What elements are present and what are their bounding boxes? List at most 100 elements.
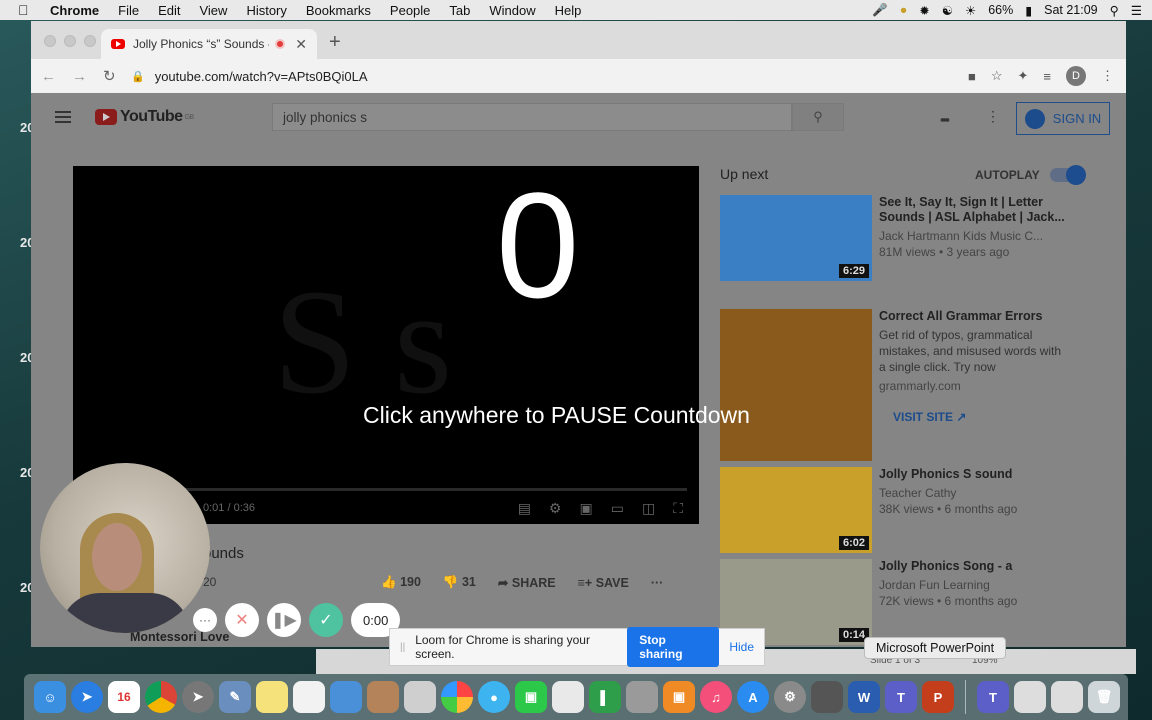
camera-icon[interactable]: ■ xyxy=(968,69,976,84)
messages-icon[interactable]: ● xyxy=(478,681,510,713)
forward-button[interactable]: → xyxy=(72,68,87,85)
menu-window[interactable]: Window xyxy=(489,3,535,18)
autoplay-toggle[interactable] xyxy=(1049,165,1086,185)
contacts-icon[interactable] xyxy=(367,681,399,713)
finish-recording-button[interactable]: ✓ xyxy=(309,603,343,637)
youtube-logo[interactable]: YouTube GB xyxy=(95,108,194,126)
media-queue-icon[interactable]: ≡ xyxy=(1043,69,1051,84)
recommendation-item[interactable]: 6:02 Jolly Phonics S sound Teacher Cathy… xyxy=(720,467,1100,553)
system-info-icon[interactable] xyxy=(626,681,658,713)
video-player[interactable]: S s 0:01 / 0:36 ▤ ⚙ ▣ ▭ ◫ ⛶ xyxy=(73,166,699,524)
photos-icon[interactable] xyxy=(441,681,473,713)
youtube-search-input[interactable]: jolly phonics s xyxy=(272,103,792,131)
save-button[interactable]: ≡+ SAVE xyxy=(578,576,629,590)
menu-tab[interactable]: Tab xyxy=(449,3,470,18)
ad-thumbnail[interactable] xyxy=(720,309,872,461)
accessibility-icon[interactable]: ☯ xyxy=(942,3,953,18)
browser-tab[interactable]: Jolly Phonics “s” Sounds - ✕ xyxy=(101,29,317,59)
menu-people[interactable]: People xyxy=(390,3,430,18)
minimize-window-button[interactable] xyxy=(64,35,76,47)
youtube-search-button[interactable]: ⚲ xyxy=(792,103,844,131)
mail-icon[interactable] xyxy=(404,681,436,713)
lock-icon[interactable]: 🔒 xyxy=(131,70,145,83)
finder-icon[interactable]: ☺ xyxy=(34,681,66,713)
close-tab-icon[interactable]: ✕ xyxy=(295,36,307,53)
countdown-message[interactable]: Click anywhere to PAUSE Countdown xyxy=(363,402,750,429)
captions-icon[interactable]: ▤ xyxy=(518,500,531,517)
battery-percent[interactable]: 66% xyxy=(988,3,1013,17)
bookmark-star-icon[interactable]: ☆ xyxy=(991,68,1003,84)
utility-icon[interactable] xyxy=(811,681,843,713)
pause-recording-button[interactable]: ❚▶ xyxy=(267,603,301,637)
hamburger-menu-icon[interactable] xyxy=(55,111,71,123)
settings-gear-icon[interactable]: ⚙ xyxy=(549,500,562,517)
reload-button[interactable]: ↻ xyxy=(103,67,116,85)
stop-sharing-button[interactable]: Stop sharing xyxy=(627,627,720,667)
hide-sharing-bar-button[interactable]: Hide xyxy=(729,640,754,654)
recommendation-title[interactable]: Jolly Phonics S sound xyxy=(879,467,1069,482)
preview-icon[interactable]: ✎ xyxy=(219,681,251,713)
more-options-icon[interactable]: ··· xyxy=(193,608,217,632)
app-store-icon[interactable]: A xyxy=(737,681,769,713)
menu-file[interactable]: File xyxy=(118,3,139,18)
recommendation-thumbnail[interactable]: 6:29 xyxy=(720,195,872,281)
chrome-icon[interactable] xyxy=(145,681,177,713)
clock[interactable]: Sat 21:09 xyxy=(1044,3,1098,17)
share-button[interactable]: ➦ SHARE xyxy=(498,575,556,590)
miniplayer-icon[interactable]: ▣ xyxy=(579,500,592,517)
settings-more-icon[interactable]: ⋮ xyxy=(986,108,1000,125)
wifi-icon[interactable]: ☀ xyxy=(965,3,976,18)
launchpad-icon[interactable]: ➤ xyxy=(182,681,214,713)
teams-window-icon[interactable]: T xyxy=(977,681,1009,713)
new-tab-button[interactable]: + xyxy=(329,31,341,54)
minimized-window-icon[interactable] xyxy=(1051,681,1083,713)
chrome-menu-icon[interactable]: ⋮ xyxy=(1101,68,1114,84)
pages-icon[interactable] xyxy=(552,681,584,713)
battery-icon[interactable]: ▮ xyxy=(1025,3,1032,18)
facetime-icon[interactable]: ▣ xyxy=(515,681,547,713)
control-center-icon[interactable]: ☰ xyxy=(1131,3,1142,18)
profile-avatar[interactable]: D xyxy=(1066,66,1086,86)
books-icon[interactable]: ▣ xyxy=(663,681,695,713)
menu-help[interactable]: Help xyxy=(555,3,582,18)
theater-mode-icon[interactable]: ▭ xyxy=(611,500,624,517)
safari-icon[interactable]: ➤ xyxy=(71,681,103,713)
word-icon[interactable]: W xyxy=(848,681,880,713)
extensions-icon[interactable]: ✦ xyxy=(1018,68,1029,84)
more-actions-icon[interactable]: ··· xyxy=(651,576,664,590)
notes-icon[interactable] xyxy=(256,681,288,713)
numbers-icon[interactable]: ▌ xyxy=(589,681,621,713)
apple-icon[interactable]:  xyxy=(18,2,36,18)
cancel-recording-button[interactable]: ✕ xyxy=(225,603,259,637)
menu-app-name[interactable]: Chrome xyxy=(50,3,99,18)
drag-handle-icon[interactable]: || xyxy=(400,642,405,653)
apps-grid-icon[interactable]: ▪▪▪ xyxy=(940,112,950,127)
menu-bookmarks[interactable]: Bookmarks xyxy=(306,3,371,18)
zoom-window-button[interactable] xyxy=(84,35,96,47)
ad-item[interactable]: Correct All Grammar Errors Get rid of ty… xyxy=(720,309,1100,461)
teams-icon[interactable]: T xyxy=(885,681,917,713)
like-button[interactable]: 👍 190 xyxy=(381,575,421,590)
close-window-button[interactable] xyxy=(44,35,56,47)
powerpoint-icon[interactable]: P xyxy=(922,681,954,713)
system-preferences-icon[interactable]: ⚙ xyxy=(774,681,806,713)
shield-icon[interactable]: ● xyxy=(900,3,908,17)
music-icon[interactable]: ♫ xyxy=(700,681,732,713)
menu-edit[interactable]: Edit xyxy=(158,3,180,18)
keynote-icon[interactable] xyxy=(330,681,362,713)
calendar-icon[interactable]: 16 xyxy=(108,681,140,713)
recommendation-item[interactable]: 0:14 Jolly Phonics Song - a Jordan Fun L… xyxy=(720,559,1100,645)
visit-site-button[interactable]: VISIT SITE ↗ xyxy=(893,410,1069,424)
recommendation-thumbnail[interactable]: 6:02 xyxy=(720,467,872,553)
fullscreen-icon[interactable]: ⛶ xyxy=(673,500,683,517)
recommendation-title[interactable]: See It, Say It, Sign It | Letter Sounds … xyxy=(879,195,1069,225)
menu-history[interactable]: History xyxy=(246,3,286,18)
microphone-icon[interactable]: 🎤 xyxy=(872,3,888,18)
countdown-number[interactable]: 0 xyxy=(496,170,579,320)
url-text[interactable]: youtube.com/watch?v=APts0BQi0LA xyxy=(155,69,368,84)
minimized-window-icon[interactable] xyxy=(1014,681,1046,713)
recommendation-item[interactable]: 6:29 See It, Say It, Sign It | Letter So… xyxy=(720,195,1100,281)
webcam-bubble[interactable] xyxy=(40,463,210,633)
bluetooth-icon[interactable]: ✹ xyxy=(919,3,929,18)
search-icon[interactable]: ⚲ xyxy=(1110,3,1119,18)
